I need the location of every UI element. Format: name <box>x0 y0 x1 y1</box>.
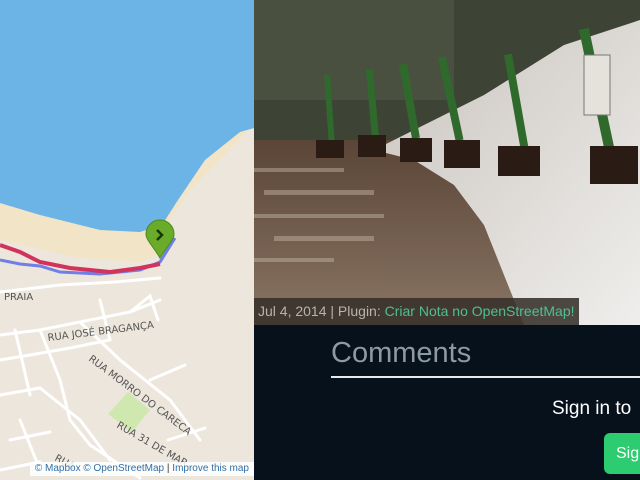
map-view[interactable]: PRAIA RUA JOSÉ BRAGANÇA RUA MORRO DO CAR… <box>0 0 254 480</box>
street-label: PRAIA <box>4 292 33 303</box>
sign-board <box>583 54 611 116</box>
photo-caption: Jul 4, 2014 | Plugin: Criar Nota no Open… <box>254 298 579 325</box>
beach-photo <box>254 0 640 325</box>
map-attribution: © Mapbox © OpenStreetMap | Improve this … <box>29 462 254 476</box>
plugin-prefix: Plugin: <box>337 303 381 319</box>
background-wall <box>254 0 454 100</box>
attribution-separator: | <box>166 463 170 474</box>
mapbox-link[interactable]: © Mapbox <box>35 463 81 474</box>
plugin-link[interactable]: Criar Nota no OpenStreetMap! <box>385 303 575 319</box>
photo-date: Jul 4, 2014 <box>258 303 327 319</box>
map-canvas[interactable]: PRAIA RUA JOSÉ BRAGANÇA RUA MORRO DO CAR… <box>0 0 254 480</box>
signin-button[interactable]: Sign <box>604 433 640 474</box>
openstreetmap-link[interactable]: © OpenStreetMap <box>83 463 164 474</box>
improve-map-link[interactable]: Improve this map <box>172 463 249 474</box>
comments-title: Comments <box>331 337 472 369</box>
caption-separator: | <box>330 303 335 319</box>
comments-divider <box>331 376 640 378</box>
comments-section: Comments Sign in to Sign <box>254 325 640 480</box>
photo-view[interactable]: Jul 4, 2014 | Plugin: Criar Nota no Open… <box>254 0 640 325</box>
signin-prompt: Sign in to <box>552 398 632 419</box>
